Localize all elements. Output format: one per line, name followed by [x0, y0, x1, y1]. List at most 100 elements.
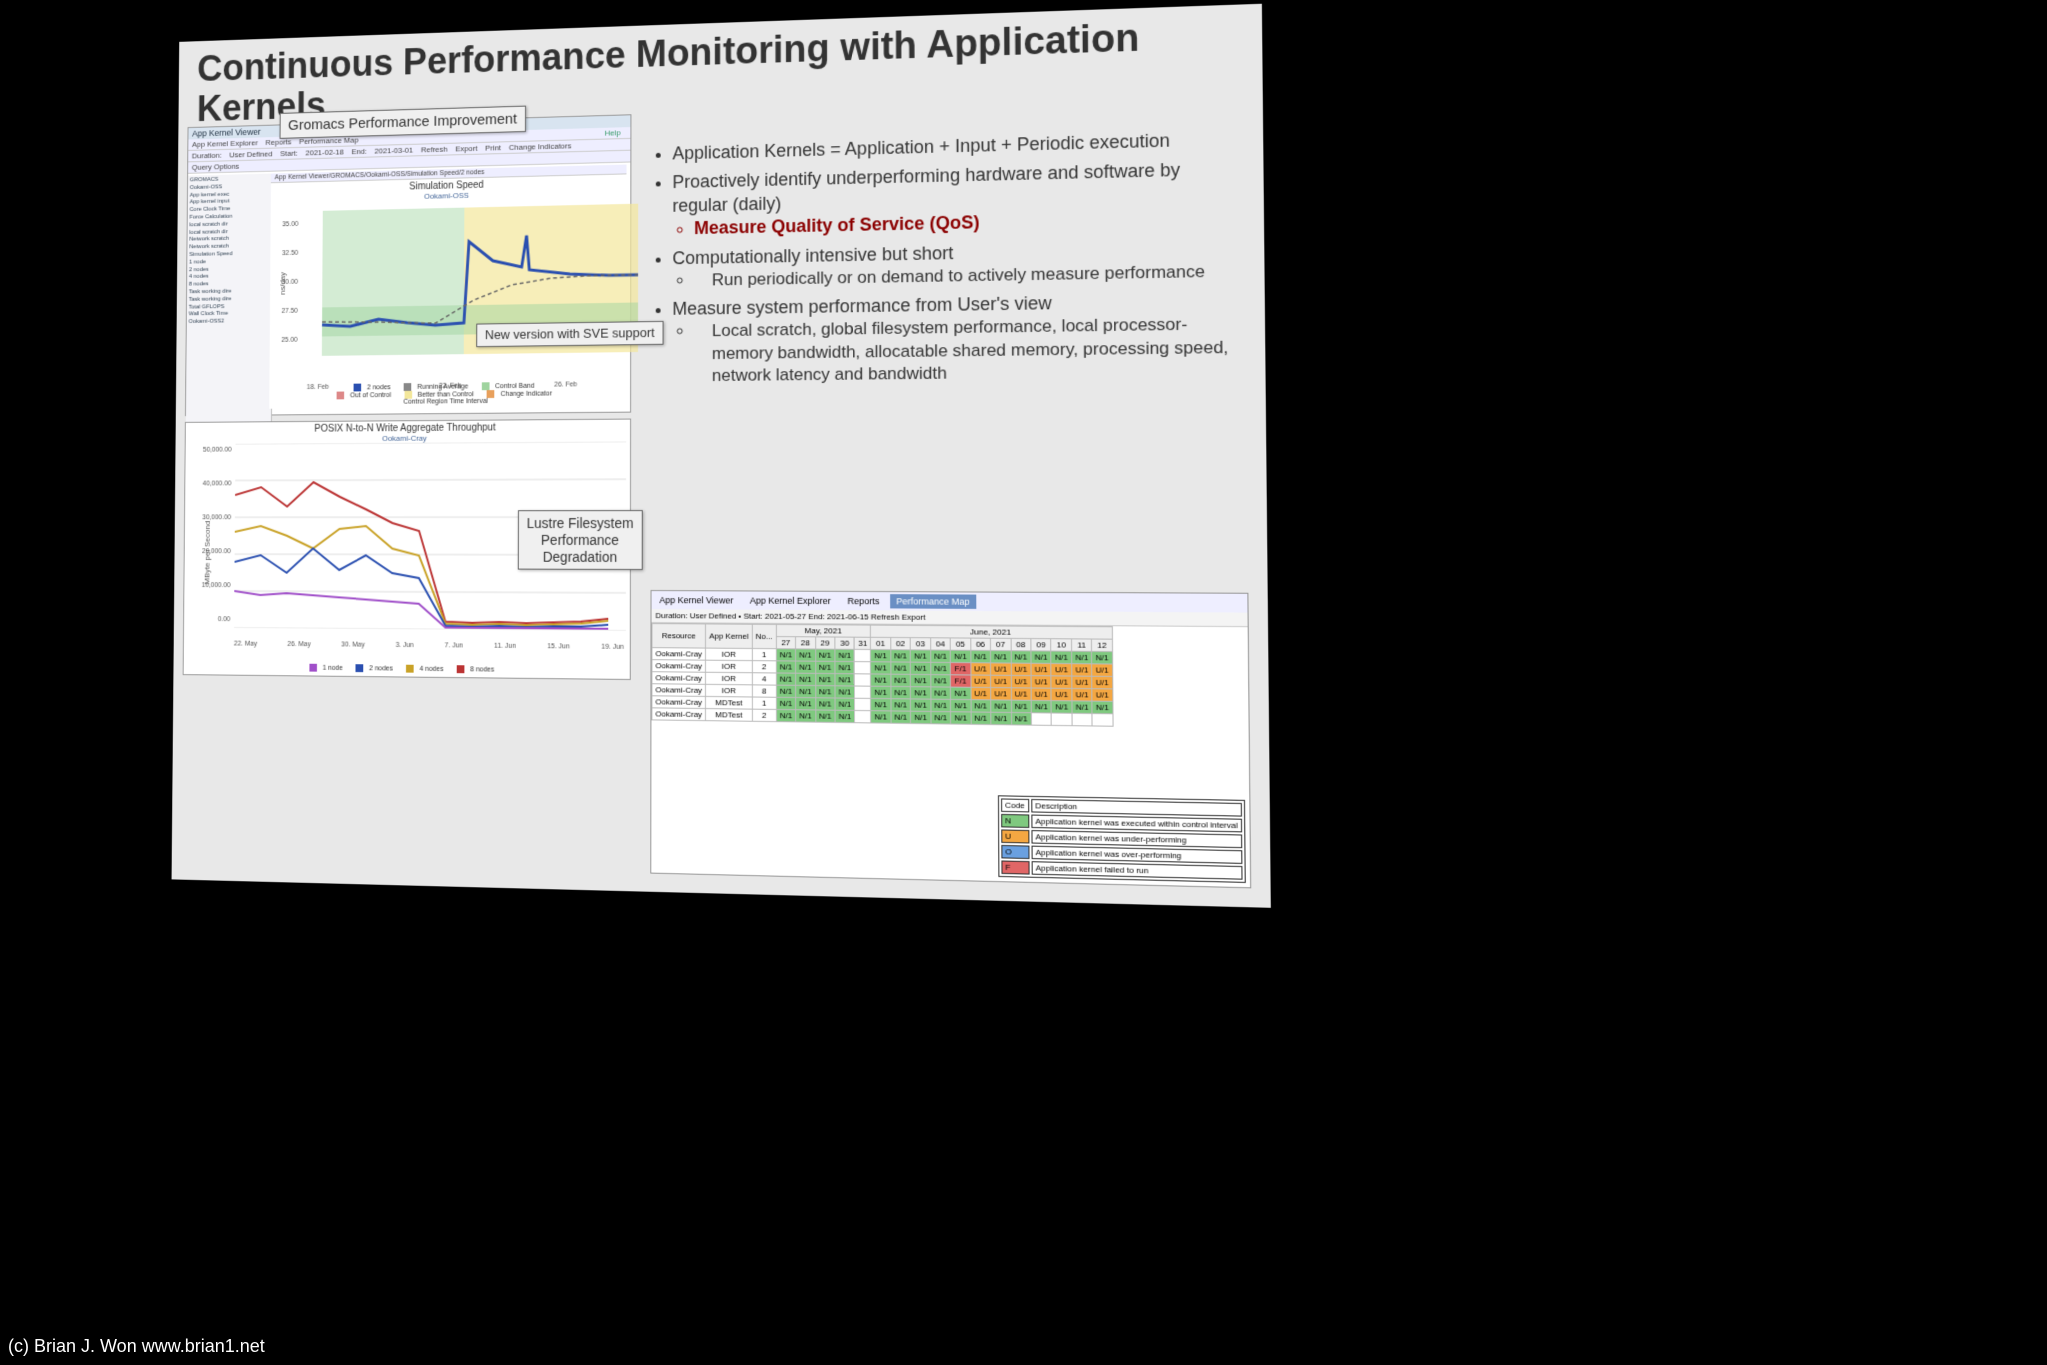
- status-cell[interactable]: [855, 686, 871, 698]
- status-cell[interactable]: [855, 662, 871, 674]
- status-cell[interactable]: N/1: [930, 662, 950, 674]
- status-cell[interactable]: N/1: [776, 697, 796, 709]
- status-cell[interactable]: N/1: [835, 686, 855, 698]
- status-cell[interactable]: N/1: [991, 651, 1011, 664]
- status-cell[interactable]: F/1: [951, 675, 971, 688]
- status-cell[interactable]: U/1: [991, 688, 1011, 701]
- status-cell[interactable]: N/1: [891, 674, 911, 686]
- status-cell[interactable]: N/1: [776, 649, 796, 661]
- status-cell[interactable]: N/1: [970, 650, 990, 662]
- refresh-button[interactable]: Refresh: [871, 612, 900, 621]
- tab-map[interactable]: Performance Map: [890, 594, 976, 609]
- status-cell[interactable]: N/1: [835, 649, 855, 661]
- status-cell[interactable]: N/1: [930, 650, 950, 662]
- status-cell[interactable]: N/1: [1011, 651, 1031, 664]
- status-cell[interactable]: N/1: [776, 661, 796, 673]
- status-cell[interactable]: N/1: [950, 650, 970, 662]
- status-cell[interactable]: [855, 698, 871, 710]
- status-cell[interactable]: N/1: [796, 685, 816, 697]
- tab-reports[interactable]: Reports: [265, 138, 291, 147]
- status-cell[interactable]: N/1: [815, 698, 835, 710]
- status-cell[interactable]: N/1: [891, 650, 911, 662]
- status-cell[interactable]: N/1: [835, 710, 855, 722]
- help-link[interactable]: Help: [605, 128, 621, 137]
- status-cell[interactable]: N/1: [991, 700, 1011, 713]
- status-cell[interactable]: [1031, 713, 1051, 726]
- status-cell[interactable]: N/1: [1092, 701, 1113, 714]
- status-cell[interactable]: N/1: [891, 686, 911, 698]
- tab-reports[interactable]: Reports: [841, 594, 885, 608]
- status-cell[interactable]: N/1: [891, 711, 911, 724]
- status-cell[interactable]: N/1: [911, 699, 931, 712]
- status-cell[interactable]: U/1: [1092, 664, 1113, 677]
- status-cell[interactable]: N/1: [796, 649, 816, 661]
- status-cell[interactable]: N/1: [931, 675, 951, 688]
- duration-value[interactable]: User Defined: [229, 150, 272, 160]
- kernel-tree[interactable]: GROMACS Ookami-OSS App kernel exec App k…: [186, 174, 274, 458]
- status-cell[interactable]: F/1: [950, 662, 970, 675]
- status-cell[interactable]: N/1: [911, 662, 931, 674]
- status-cell[interactable]: N/1: [891, 662, 911, 674]
- status-cell[interactable]: N/1: [815, 710, 835, 722]
- status-cell[interactable]: N/1: [815, 673, 835, 685]
- status-cell[interactable]: N/1: [871, 650, 891, 662]
- status-cell[interactable]: N/1: [796, 661, 816, 673]
- status-cell[interactable]: N/1: [871, 662, 891, 674]
- status-cell[interactable]: N/1: [871, 711, 891, 724]
- status-cell[interactable]: N/1: [971, 700, 991, 713]
- tab-explorer[interactable]: App Kernel Explorer: [744, 593, 837, 608]
- status-cell[interactable]: N/1: [991, 712, 1011, 725]
- status-cell[interactable]: N/1: [891, 699, 911, 712]
- end-value[interactable]: 2021-03-01: [375, 146, 414, 156]
- status-cell[interactable]: U/1: [1011, 675, 1031, 688]
- refresh-button[interactable]: Refresh: [421, 145, 448, 154]
- status-cell[interactable]: [855, 649, 871, 661]
- status-cell[interactable]: N/1: [1051, 701, 1071, 714]
- tree-item[interactable]: Ookami-OSS2: [189, 318, 270, 327]
- status-cell[interactable]: N/1: [1051, 651, 1071, 664]
- status-cell[interactable]: N/1: [1031, 651, 1051, 664]
- export-button[interactable]: Export: [902, 613, 926, 622]
- print-button[interactable]: Print: [485, 143, 501, 152]
- status-cell[interactable]: [855, 710, 871, 722]
- status-cell[interactable]: N/1: [871, 698, 891, 710]
- status-cell[interactable]: N/1: [835, 698, 855, 710]
- status-cell[interactable]: N/1: [835, 661, 855, 673]
- start-value[interactable]: 2021-02-18: [305, 148, 343, 158]
- status-cell[interactable]: U/1: [1031, 688, 1051, 701]
- status-cell[interactable]: N/1: [871, 674, 891, 686]
- status-cell[interactable]: U/1: [971, 687, 991, 700]
- status-cell[interactable]: N/1: [1071, 651, 1091, 664]
- status-cell[interactable]: N/1: [835, 674, 855, 686]
- status-cell[interactable]: N/1: [1031, 700, 1051, 713]
- status-cell[interactable]: N/1: [951, 687, 971, 700]
- status-cell[interactable]: U/1: [1011, 663, 1031, 676]
- status-cell[interactable]: N/1: [951, 712, 971, 725]
- status-cell[interactable]: [1072, 713, 1092, 726]
- status-cell[interactable]: U/1: [1072, 688, 1092, 701]
- status-cell[interactable]: N/1: [796, 698, 816, 710]
- status-cell[interactable]: N/1: [1011, 712, 1031, 725]
- status-cell[interactable]: N/1: [776, 685, 796, 697]
- status-cell[interactable]: U/1: [970, 663, 990, 676]
- status-cell[interactable]: N/1: [815, 686, 835, 698]
- status-cell[interactable]: U/1: [1011, 688, 1031, 701]
- status-cell[interactable]: U/1: [1092, 689, 1113, 702]
- status-cell[interactable]: U/1: [1031, 663, 1051, 676]
- status-cell[interactable]: U/1: [1051, 676, 1071, 689]
- status-cell[interactable]: N/1: [815, 649, 835, 661]
- status-cell[interactable]: N/1: [1011, 700, 1031, 713]
- status-cell[interactable]: N/1: [1092, 651, 1113, 664]
- change-indicators-button[interactable]: Change Indicators: [509, 141, 572, 151]
- status-cell[interactable]: N/1: [971, 712, 991, 725]
- duration-value[interactable]: User Defined: [690, 611, 736, 620]
- status-cell[interactable]: N/1: [911, 687, 931, 700]
- start-value[interactable]: 2021-05-27: [765, 612, 806, 621]
- status-cell[interactable]: [855, 674, 871, 686]
- status-cell[interactable]: [1052, 713, 1072, 726]
- status-cell[interactable]: U/1: [1092, 676, 1113, 689]
- status-cell[interactable]: N/1: [931, 687, 951, 700]
- status-cell[interactable]: [1092, 714, 1113, 727]
- status-cell[interactable]: N/1: [871, 686, 891, 698]
- status-cell[interactable]: N/1: [776, 673, 796, 685]
